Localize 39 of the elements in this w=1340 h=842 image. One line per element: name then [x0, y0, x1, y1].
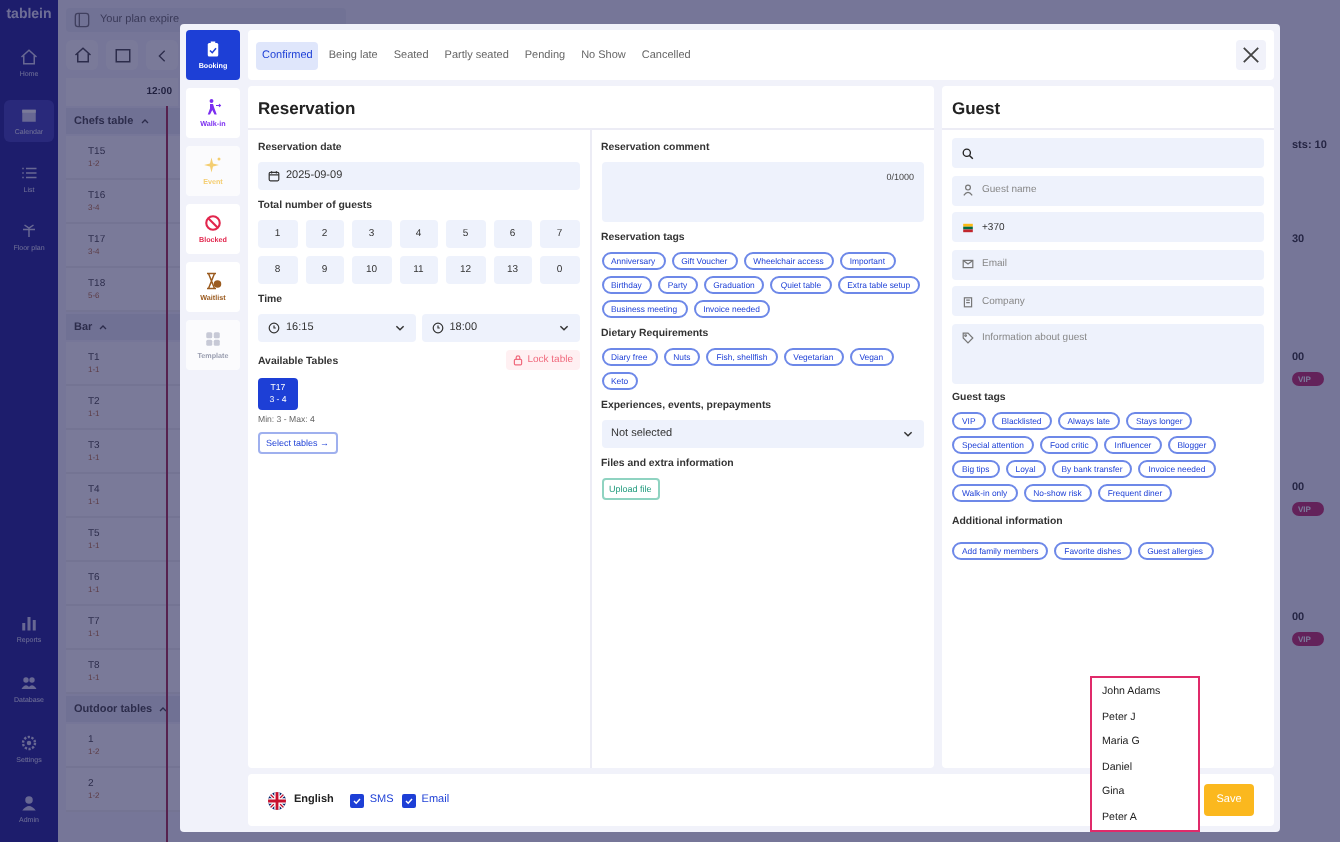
clock-icon [268, 322, 280, 334]
panel-title: Guest [942, 86, 1274, 130]
previous-button[interactable] [146, 40, 178, 70]
close-icon [1242, 46, 1260, 64]
lock-icon [511, 354, 524, 366]
chevron-left-icon [154, 47, 170, 63]
list-icon [20, 164, 38, 182]
panel-icon [74, 12, 90, 28]
sparkle-icon [204, 156, 222, 174]
checkbox[interactable] [401, 793, 416, 807]
search-icon [962, 147, 974, 159]
hourglass-icon [204, 272, 222, 290]
home-button[interactable] [66, 40, 98, 70]
calendar-button[interactable] [106, 40, 138, 70]
chevron-down-icon [393, 322, 406, 334]
flag-icon [268, 791, 286, 809]
people-icon [20, 674, 38, 692]
search-field[interactable] [952, 138, 1264, 168]
home-icon [73, 46, 91, 64]
flag-icon [962, 221, 974, 233]
clipboard-icon [204, 40, 222, 58]
panel-title: Reservation [248, 86, 934, 130]
bar-chart-icon [20, 614, 38, 632]
close-button[interactable] [1236, 40, 1266, 70]
building-icon [962, 295, 974, 307]
grid-icon [204, 330, 222, 348]
settings-icon [20, 734, 38, 752]
checkbox[interactable] [349, 793, 364, 807]
chevron-down-icon [902, 428, 914, 440]
walking-person-icon [204, 98, 222, 116]
envelope-icon [962, 258, 974, 270]
user-icon [20, 794, 38, 812]
chevron-down-icon [557, 322, 569, 334]
table-icon [20, 222, 38, 240]
home-icon [20, 48, 38, 66]
blocked-icon [204, 214, 222, 232]
clock-icon [431, 322, 444, 334]
tag-icon [962, 332, 974, 344]
person-icon [962, 184, 974, 196]
